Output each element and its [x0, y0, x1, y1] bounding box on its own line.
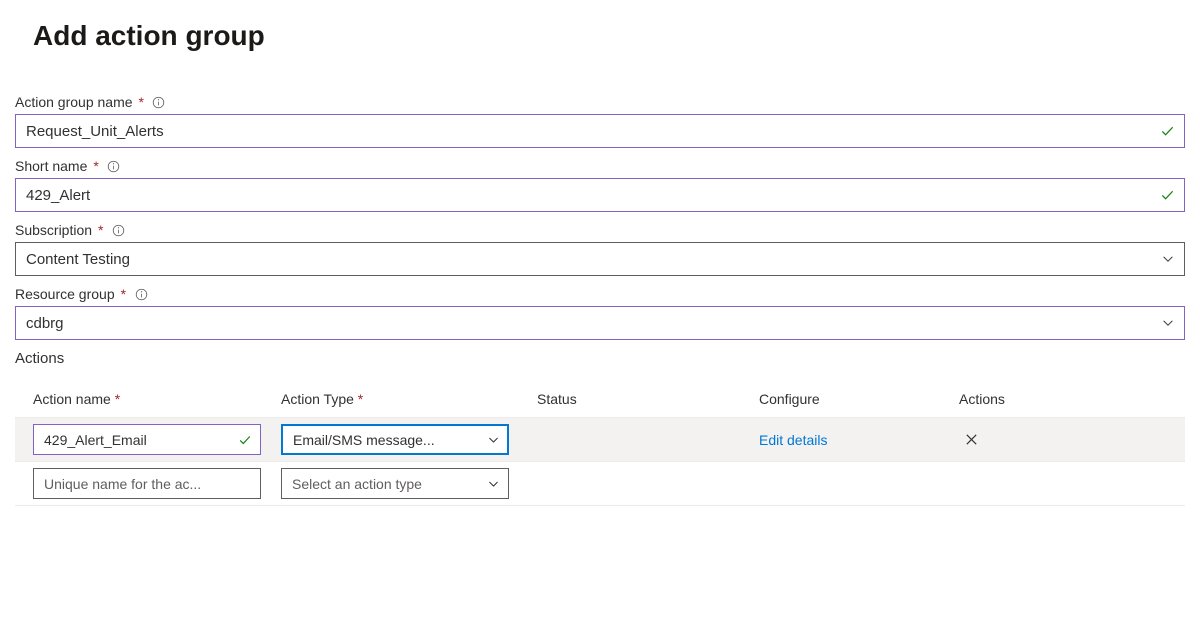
info-icon[interactable]	[112, 223, 126, 237]
action-name-input[interactable]	[33, 424, 261, 455]
col-header-type: Action Type	[281, 391, 354, 407]
delete-action-button[interactable]	[959, 428, 983, 452]
label-short-name: Short name	[15, 158, 87, 174]
table-row-new: Select an action type	[15, 462, 1185, 506]
actions-heading: Actions	[15, 350, 1185, 367]
label-subscription: Subscription	[15, 222, 92, 238]
required-asterisk: *	[93, 158, 98, 174]
field-short-name: Short name *	[15, 158, 1185, 212]
col-header-name: Action name	[33, 391, 111, 407]
edit-details-link[interactable]: Edit details	[759, 432, 827, 448]
required-asterisk: *	[121, 286, 126, 302]
field-subscription: Subscription * Content Testing	[15, 222, 1185, 276]
action-type-select-new[interactable]: Select an action type	[281, 468, 509, 499]
action-group-name-input[interactable]	[15, 114, 1185, 148]
label-resource-group: Resource group	[15, 286, 115, 302]
action-type-select[interactable]: Email/SMS message...	[281, 424, 509, 455]
action-name-input-new[interactable]	[33, 468, 261, 499]
table-row: Email/SMS message... Edit details	[15, 418, 1185, 462]
short-name-input[interactable]	[15, 178, 1185, 212]
col-header-actions: Actions	[949, 383, 1185, 418]
field-action-group-name: Action group name *	[15, 94, 1185, 148]
actions-table: Action name * Action Type * Status Confi…	[15, 383, 1185, 506]
info-icon[interactable]	[134, 287, 148, 301]
required-asterisk: *	[115, 391, 120, 407]
required-asterisk: *	[139, 94, 144, 110]
required-asterisk: *	[98, 222, 103, 238]
info-icon[interactable]	[107, 159, 121, 173]
status-cell	[527, 418, 749, 462]
field-resource-group: Resource group * cdbrg	[15, 286, 1185, 340]
info-icon[interactable]	[152, 95, 166, 109]
col-header-status: Status	[527, 383, 749, 418]
label-action-group-name: Action group name	[15, 94, 133, 110]
resource-group-select[interactable]: cdbrg	[15, 306, 1185, 340]
subscription-select[interactable]: Content Testing	[15, 242, 1185, 276]
required-asterisk: *	[358, 391, 363, 407]
col-header-configure: Configure	[749, 383, 949, 418]
page-title: Add action group	[15, 20, 1185, 52]
